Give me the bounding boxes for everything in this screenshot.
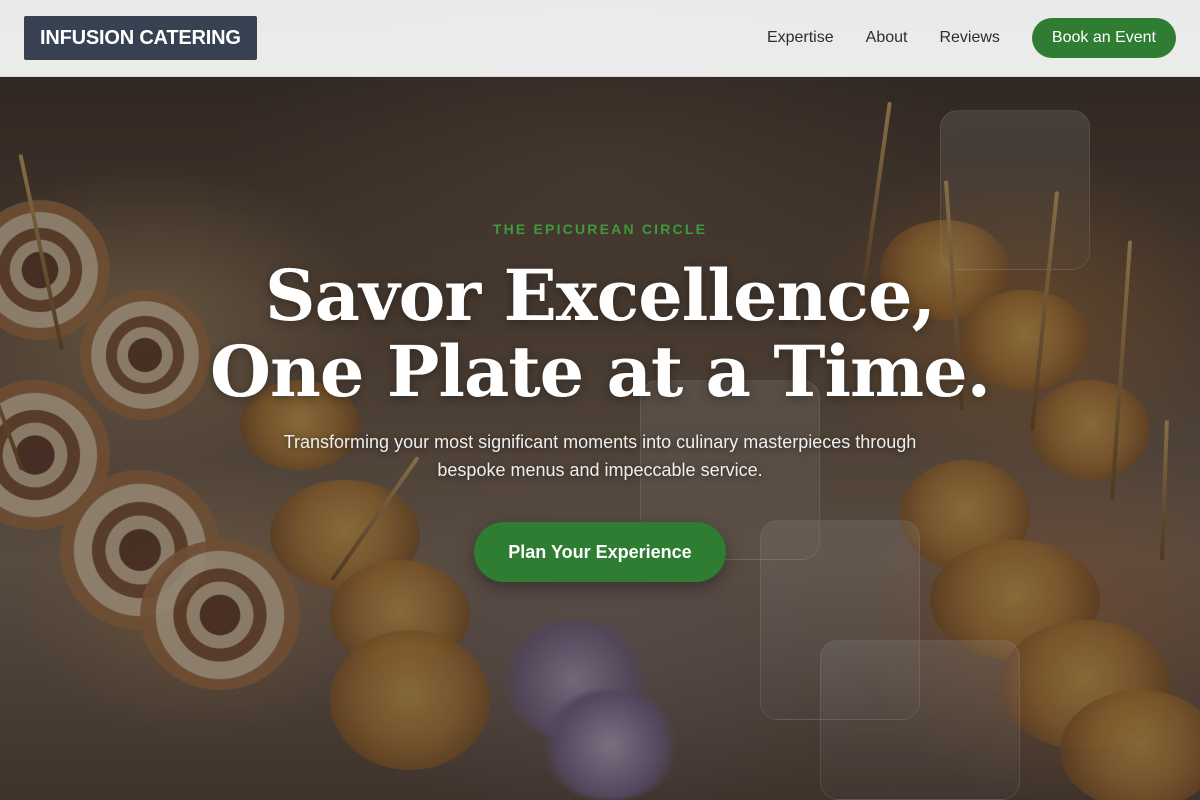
- nav-link-reviews[interactable]: Reviews: [939, 29, 999, 47]
- site-logo[interactable]: INFUSION CATERING: [24, 16, 257, 60]
- hero-subtitle: Transforming your most significant momen…: [283, 432, 917, 480]
- book-event-button[interactable]: Book an Event: [1031, 18, 1176, 58]
- nav-link-expertise[interactable]: Expertise: [767, 29, 834, 47]
- hero-section: THE EPICUREAN CIRCLE Savor Excellence, O…: [0, 0, 1200, 800]
- main-nav: Expertise About Reviews Book an Event: [767, 18, 1176, 58]
- site-header: INFUSION CATERING Expertise About Review…: [0, 0, 1200, 77]
- hero-headline: Savor Excellence, One Plate at a Time.: [209, 254, 991, 413]
- plan-experience-button[interactable]: Plan Your Experience: [474, 522, 726, 582]
- hero-eyebrow: THE EPICUREAN CIRCLE: [492, 221, 708, 237]
- nav-link-about[interactable]: About: [866, 29, 908, 47]
